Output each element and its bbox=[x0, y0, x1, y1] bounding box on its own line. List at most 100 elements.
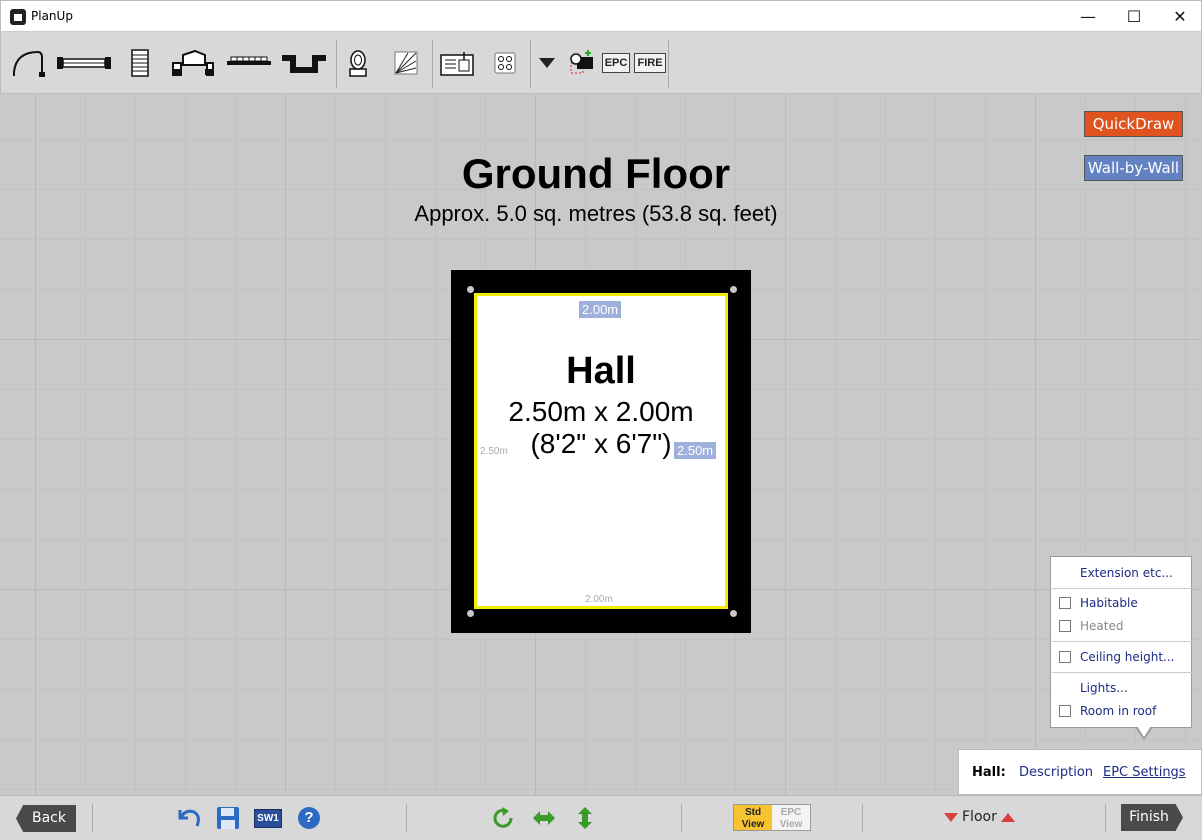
heated-label: Heated bbox=[1080, 619, 1124, 633]
hatching-icon bbox=[394, 51, 418, 75]
description-link[interactable]: Description bbox=[1019, 765, 1093, 780]
room-in-roof-checkbox[interactable] bbox=[1059, 705, 1071, 717]
bay-window-tool[interactable] bbox=[171, 46, 215, 80]
undo-button[interactable] bbox=[176, 805, 202, 831]
room-name[interactable]: Hall bbox=[474, 350, 728, 393]
floor-title: Ground Floor bbox=[461, 150, 731, 197]
fixtures-tool[interactable] bbox=[493, 46, 517, 80]
flip-vertical-button[interactable] bbox=[572, 805, 598, 831]
habitable-label: Habitable bbox=[1080, 596, 1138, 610]
epc-view-button[interactable]: EPC View bbox=[772, 805, 810, 830]
corner-handle[interactable] bbox=[467, 286, 474, 293]
room-dims-metric: 2.50m x 2.00m bbox=[508, 396, 694, 427]
window-icon bbox=[57, 57, 111, 69]
heated-checkbox[interactable] bbox=[1059, 620, 1071, 632]
dimension-left[interactable]: 2.50m bbox=[480, 446, 508, 457]
app-logo-icon bbox=[10, 9, 26, 25]
fire-tool-label: FIRE bbox=[634, 53, 666, 73]
epc-tool-button[interactable]: EPC bbox=[601, 46, 631, 80]
finish-button[interactable]: Finish bbox=[1121, 804, 1183, 831]
radiator-icon bbox=[227, 56, 271, 65]
room-info-panel: Hall: Description EPC Settings bbox=[958, 749, 1202, 795]
rotate-button[interactable] bbox=[490, 805, 516, 831]
toolbar: EPC FIRE bbox=[0, 31, 1202, 94]
lights-menu-item[interactable]: Lights... bbox=[1051, 677, 1191, 699]
door-arc-tool[interactable] bbox=[11, 46, 47, 80]
more-dropdown[interactable] bbox=[537, 46, 557, 80]
corner-handle[interactable] bbox=[730, 610, 737, 617]
toolbar-separator bbox=[668, 40, 669, 88]
dimension-bottom[interactable]: 2.00m bbox=[585, 594, 613, 605]
heated-option[interactable]: Heated bbox=[1051, 615, 1191, 637]
fixtures-icon bbox=[494, 52, 516, 74]
corner-handle[interactable] bbox=[730, 286, 737, 293]
quickdraw-button[interactable]: QuickDraw bbox=[1084, 111, 1183, 137]
close-window-button[interactable]: ✕ bbox=[1157, 1, 1202, 32]
bottom-separator bbox=[406, 804, 407, 832]
epc-settings-link[interactable]: EPC Settings bbox=[1103, 765, 1186, 780]
fire-tool-button[interactable]: FIRE bbox=[634, 46, 666, 80]
bottom-separator bbox=[1105, 804, 1106, 832]
std-view-line2: View bbox=[741, 819, 765, 830]
corner-handle[interactable] bbox=[467, 610, 474, 617]
floor-up-icon[interactable] bbox=[1000, 812, 1015, 822]
habitable-checkbox[interactable] bbox=[1059, 597, 1071, 609]
toolbar-separator bbox=[336, 40, 337, 88]
ceiling-height-label: Ceiling height... bbox=[1080, 650, 1175, 664]
popup-pointer-fill bbox=[1137, 726, 1151, 737]
selected-room-label: Hall: bbox=[972, 765, 1006, 780]
dimension-right[interactable]: 2.50m bbox=[674, 442, 717, 459]
radiator-tool[interactable] bbox=[227, 46, 271, 80]
save-button[interactable] bbox=[215, 805, 241, 831]
sw1-button[interactable]: SW1 bbox=[254, 805, 282, 831]
wall-by-wall-button[interactable]: Wall-by-Wall bbox=[1084, 155, 1183, 181]
camera-tool[interactable] bbox=[567, 46, 595, 80]
rotate-icon bbox=[493, 807, 513, 828]
triangle-down-icon bbox=[539, 58, 555, 68]
room-in-roof-label: Room in roof bbox=[1080, 704, 1157, 718]
flip-horizontal-button[interactable] bbox=[531, 805, 557, 831]
alcove-icon bbox=[282, 55, 326, 73]
epc-tool-label: EPC bbox=[601, 53, 631, 73]
flip-vertical-icon bbox=[578, 807, 592, 829]
toolbar-separator bbox=[432, 40, 433, 88]
extension-label: Extension etc... bbox=[1080, 566, 1173, 580]
dimension-top[interactable]: 2.00m bbox=[579, 301, 622, 318]
room-in-roof-option[interactable]: Room in roof bbox=[1051, 700, 1191, 722]
extension-menu-item[interactable]: Extension etc... bbox=[1051, 562, 1191, 584]
bottom-separator bbox=[681, 804, 682, 832]
floor-down-icon[interactable] bbox=[944, 812, 958, 822]
flip-horizontal-icon bbox=[533, 811, 555, 825]
floor-navigator: Floor bbox=[944, 809, 1015, 825]
ceiling-height-checkbox[interactable] bbox=[1059, 651, 1071, 663]
room-options-popup: Extension etc... Habitable Heated Ceilin… bbox=[1050, 556, 1192, 728]
view-toggle: Std View EPC View bbox=[733, 804, 811, 831]
ceiling-height-option[interactable]: Ceiling height... bbox=[1051, 646, 1191, 668]
back-button[interactable]: Back bbox=[16, 805, 76, 832]
std-view-line1: Std bbox=[744, 807, 762, 818]
habitable-option[interactable]: Habitable bbox=[1051, 592, 1191, 614]
label-icon bbox=[440, 52, 474, 76]
minimize-button[interactable]: — bbox=[1065, 1, 1111, 32]
alcove-tool[interactable] bbox=[281, 46, 327, 80]
label-tool[interactable] bbox=[440, 46, 474, 80]
window-tool[interactable] bbox=[57, 46, 111, 80]
std-view-button[interactable]: Std View bbox=[734, 805, 772, 830]
stairs-icon bbox=[131, 49, 149, 77]
window-title: PlanUp bbox=[31, 9, 73, 23]
menu-divider bbox=[1052, 672, 1192, 673]
door-arc-icon bbox=[13, 50, 45, 77]
floppy-disk-icon bbox=[217, 807, 239, 829]
sw1-label: SW1 bbox=[254, 808, 282, 828]
lights-label: Lights... bbox=[1080, 681, 1128, 695]
help-icon: ? bbox=[298, 807, 320, 829]
toilet-tool[interactable] bbox=[346, 46, 370, 80]
bottom-separator bbox=[92, 804, 93, 832]
stairs-tool[interactable] bbox=[128, 46, 152, 80]
maximize-button[interactable]: ☐ bbox=[1111, 1, 1157, 32]
epc-view-line2: View bbox=[779, 819, 803, 830]
camera-icon bbox=[570, 50, 593, 74]
help-button[interactable]: ? bbox=[296, 805, 322, 831]
undo-icon bbox=[178, 809, 200, 827]
hatching-tool[interactable] bbox=[393, 46, 419, 80]
